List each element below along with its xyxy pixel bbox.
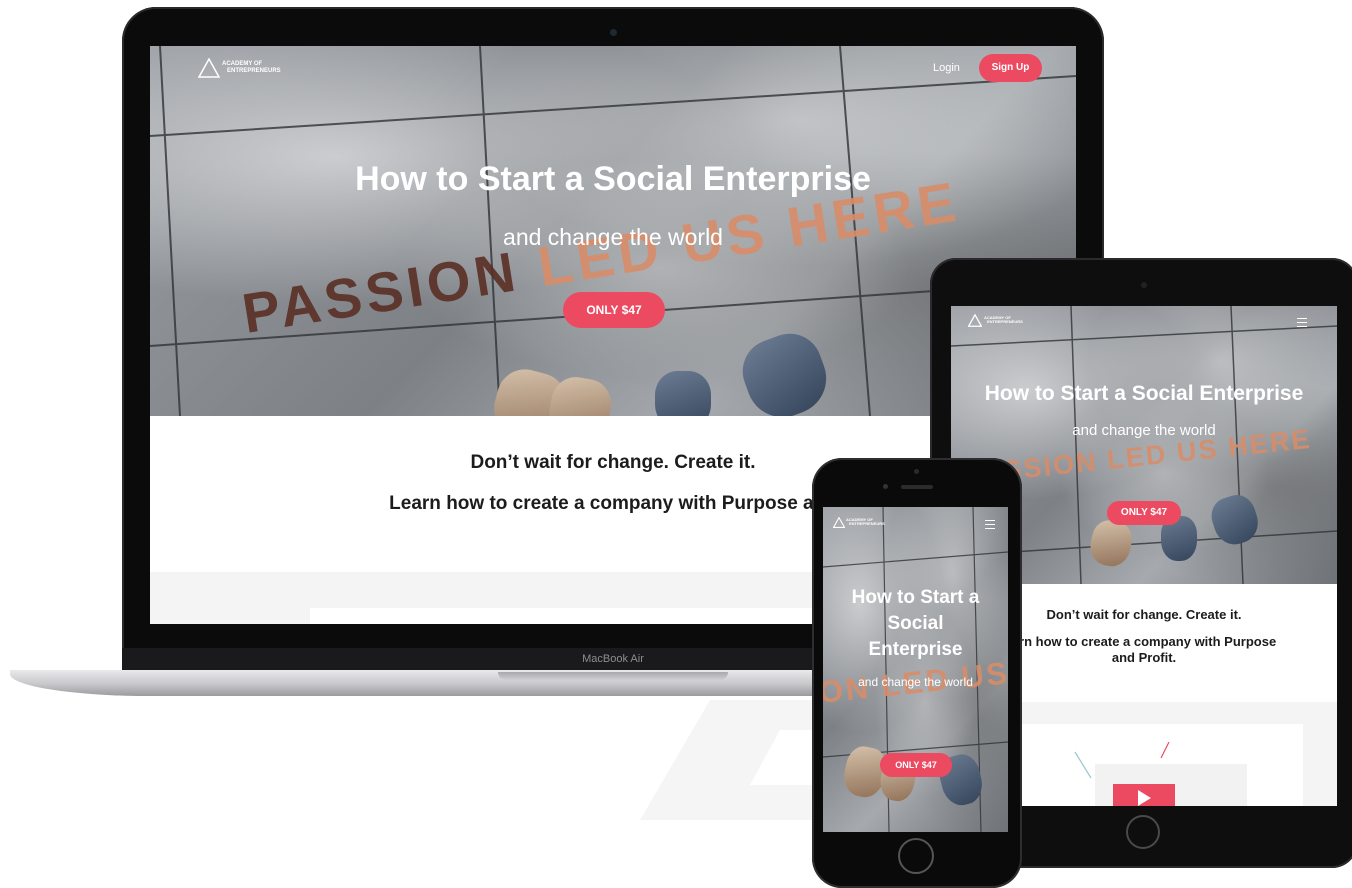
tablet-hero-title: How to Start a Social Enterprise [984,382,1304,405]
shoe-right-1 [655,371,711,416]
tablet-logo-line2: ENTREPRENEURS [987,319,1023,325]
tablet-video-play-button[interactable] [1113,784,1175,806]
logo-line1: ACADEMY OF [222,61,263,67]
phone-title-line3: Enterprise [868,639,963,660]
phone-logo-triangle-icon [833,517,845,528]
phone-home-button [898,838,934,874]
logo-line2: ENTREPRENEURS [227,67,281,74]
phone-speaker [901,485,933,489]
tablet-menu-icon[interactable] [1297,318,1307,327]
tablet-video-decoration [1074,742,1170,779]
tablet-logo-triangle-icon [968,314,982,327]
tablet-home-button [1126,815,1160,849]
phone-hero-subtitle: and change the world [858,675,973,689]
logo-triangle-icon [198,58,220,78]
phone-title-line1: How to Start a [851,587,980,608]
phone-menu-icon[interactable] [985,520,995,529]
tablet-hero-subtitle: and change the world [1072,422,1216,439]
phone-title-line2: Social [887,613,944,634]
hero-title: How to Start a Social Enterprise [355,160,871,198]
signup-button[interactable]: Sign Up [979,54,1042,82]
tablet-cta-button[interactable]: ONLY $47 [1107,501,1181,525]
phone-camera [883,484,888,489]
laptop-camera [610,29,617,36]
phone-hero-section: ON LED US ACADEMY OF ENTREPRENEURS How t… [823,507,1008,832]
phone-cta-button[interactable]: ONLY $47 [880,753,952,777]
phone-hero-title: How to Start a Social Enterprise [823,585,1008,663]
phone-screen: ON LED US ACADEMY OF ENTREPRENEURS How t… [823,507,1008,832]
cta-button[interactable]: ONLY $47 [563,292,665,328]
hero-subtitle: and change the world [503,224,723,250]
phone-sensor [914,469,919,474]
play-icon [1138,790,1151,806]
tablet-video-card [975,724,1303,806]
laptop-notch [498,672,728,680]
login-link[interactable]: Login [933,62,960,74]
tablet-camera [1141,282,1147,288]
phone-logo-line2: ENTREPRENEURS [849,521,885,527]
